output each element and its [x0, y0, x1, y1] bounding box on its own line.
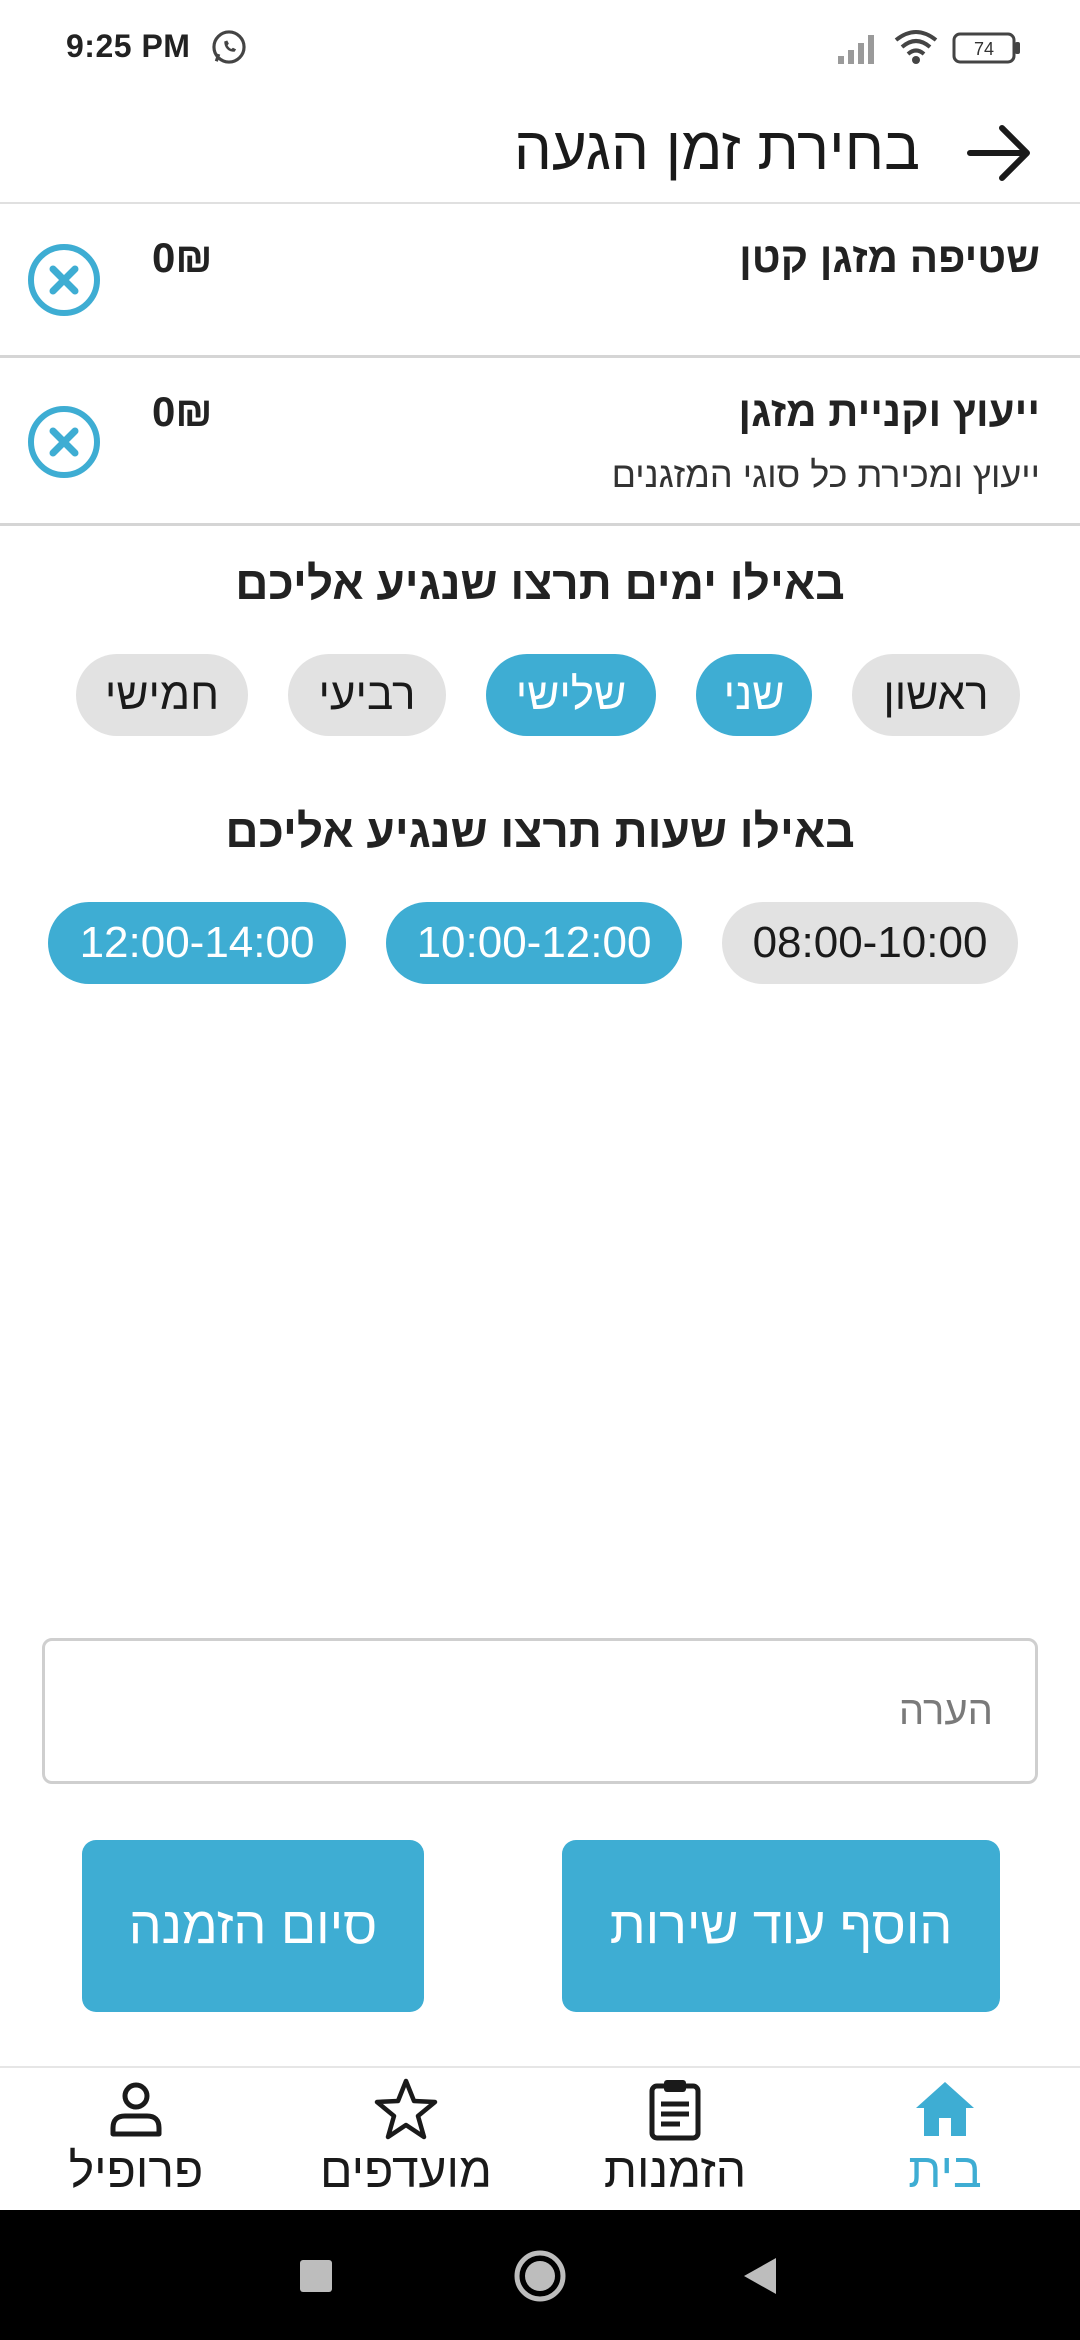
arrow-right-icon[interactable]	[964, 118, 1034, 188]
nav-item-favorites[interactable]: מועדפים	[308, 2068, 504, 2212]
person-icon	[110, 2082, 162, 2137]
clipboard-icon	[649, 2080, 701, 2141]
battery-icon: 74	[952, 32, 1020, 64]
day-chip-wednesday[interactable]: רביעי	[288, 654, 446, 736]
nav-label-orders: הזמנות	[603, 2145, 747, 2198]
time-slot-chip[interactable]: 10:00-12:00	[386, 902, 682, 984]
star-icon	[374, 2078, 438, 2140]
time-slot-chip[interactable]: 08:00-10:00	[722, 902, 1018, 984]
remove-service-icon[interactable]	[26, 404, 102, 480]
nav-item-home[interactable]: בית	[890, 2068, 1000, 2212]
note-field	[42, 1638, 1038, 1784]
hours-section-title: באילו שעות תרצו שנגיע אליכם	[225, 805, 855, 857]
nav-item-profile[interactable]: פרופיל	[56, 2068, 216, 2212]
battery-level: 74	[974, 39, 994, 59]
recents-icon[interactable]	[298, 2258, 334, 2294]
day-chip-tuesday[interactable]: שלישי	[486, 654, 656, 736]
note-input[interactable]	[45, 1641, 1035, 1781]
home-icon	[916, 2082, 974, 2136]
service-item: שטיפה מזגן קטן 0₪	[0, 206, 1080, 358]
service-name: שטיפה מזגן קטן	[739, 234, 1040, 281]
status-time: 9:25 PM	[66, 28, 191, 64]
day-chip-thursday[interactable]: חמישי	[76, 654, 248, 736]
signal-icon	[838, 35, 874, 64]
page-title: בחירת זמן הגעה	[513, 115, 920, 182]
back-triangle-icon[interactable]	[740, 2254, 780, 2298]
wifi-icon	[894, 30, 938, 64]
nav-label-profile: פרופיל	[68, 2145, 204, 2198]
home-circle-icon[interactable]	[512, 2248, 568, 2304]
nav-label-home: בית	[908, 2145, 982, 2198]
system-nav-bar	[0, 2210, 1080, 2340]
service-price: 0₪	[152, 388, 213, 435]
whatsapp-icon	[212, 30, 246, 64]
service-name: ייעוץ וקניית מזגן	[738, 388, 1040, 435]
app-header: בחירת זמן הגעה	[0, 96, 1080, 204]
add-service-button[interactable]: הוסף עוד שירות	[562, 1840, 1000, 2012]
bottom-nav: בית הזמנות מועדפים פרופיל	[0, 2066, 1080, 2210]
finish-order-button[interactable]: סיום הזמנה	[82, 1840, 424, 2012]
status-bar: 9:25 PM 74	[0, 0, 1080, 96]
day-chip-sunday[interactable]: ראשון	[852, 654, 1020, 736]
service-description: ייעוץ ומכירת כל סוגי המזגנים	[611, 454, 1040, 495]
remove-service-icon[interactable]	[26, 242, 102, 318]
nav-label-favorites: מועדפים	[320, 2145, 492, 2198]
days-section-title: באילו ימים תרצו שנגיע אליכם	[235, 557, 845, 609]
time-slot-chip[interactable]: 12:00-14:00	[48, 902, 346, 984]
nav-item-orders[interactable]: הזמנות	[590, 2068, 760, 2212]
service-item: ייעוץ וקניית מזגן ייעוץ ומכירת כל סוגי ה…	[0, 360, 1080, 526]
service-price: 0₪	[152, 234, 213, 281]
day-chip-monday[interactable]: שני	[696, 654, 812, 736]
